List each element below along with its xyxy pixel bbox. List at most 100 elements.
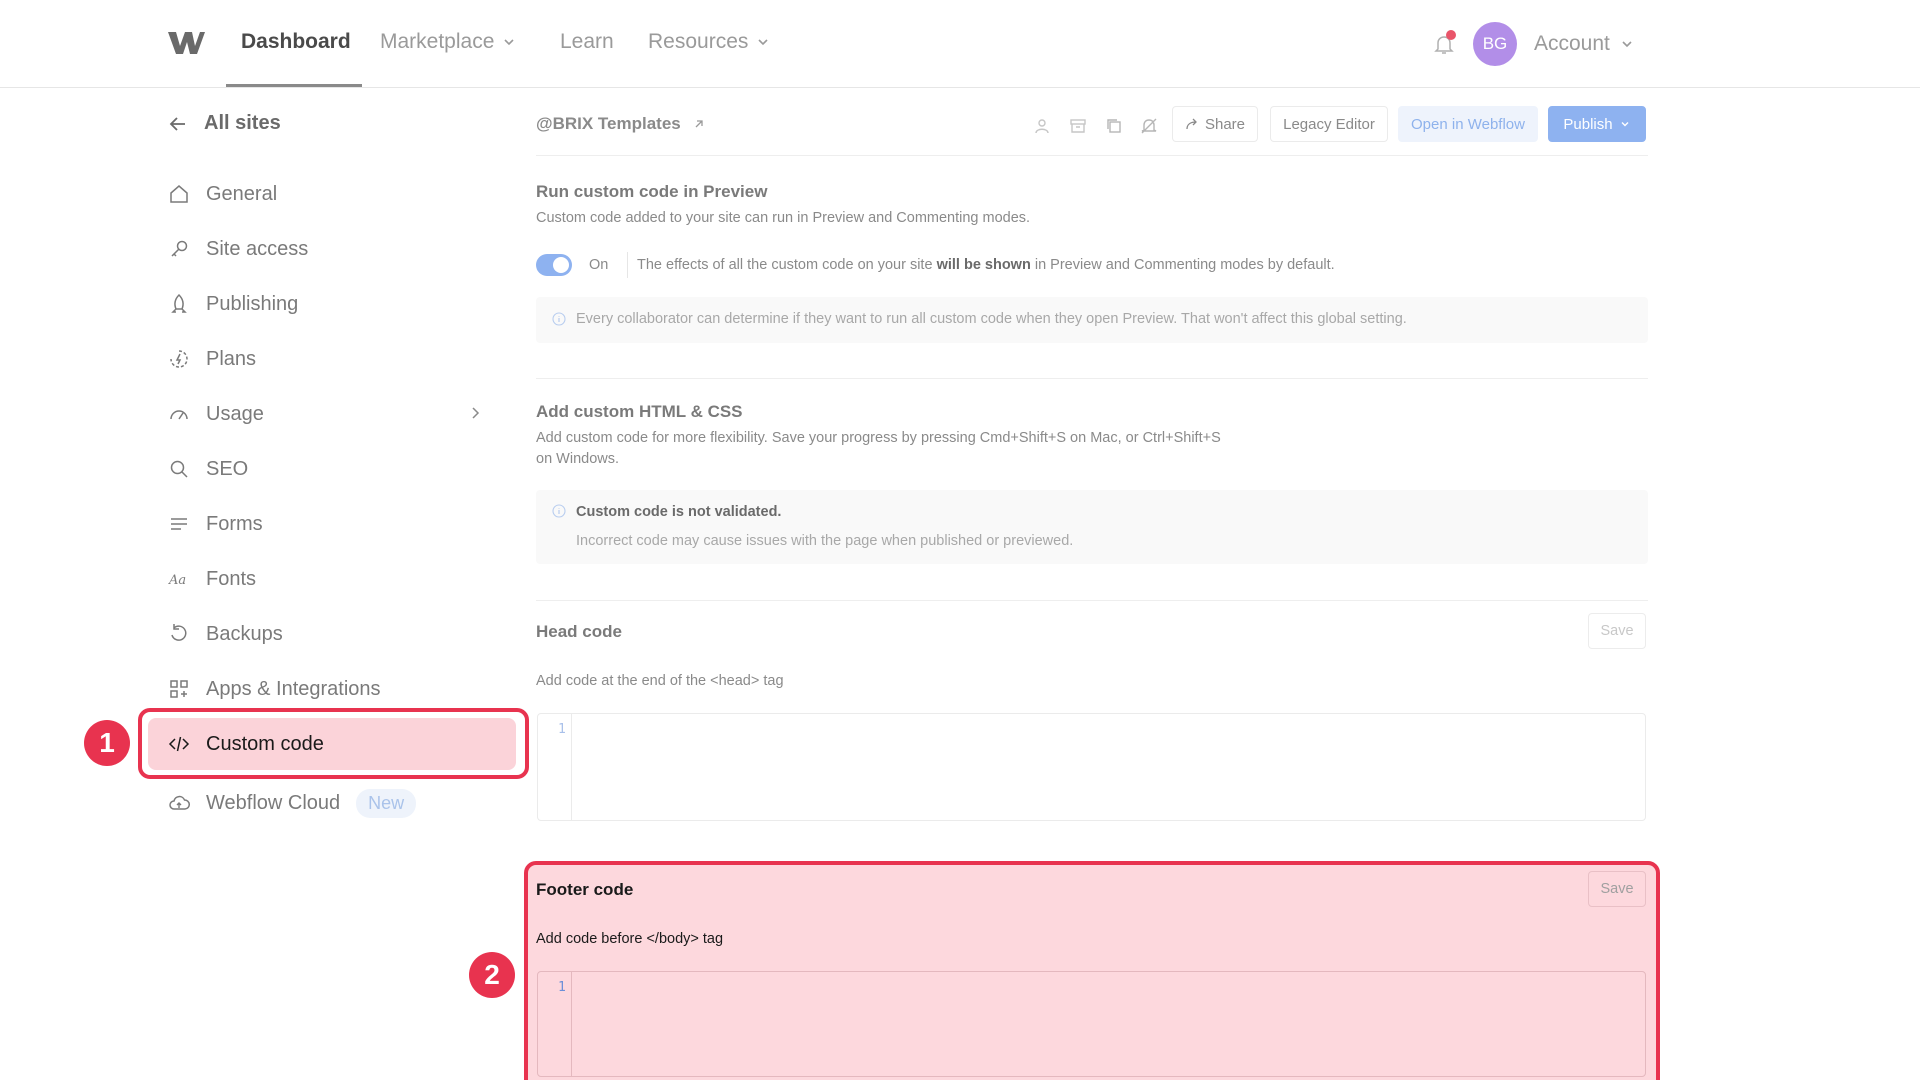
share-label: Share bbox=[1204, 115, 1246, 133]
share-button[interactable]: Share bbox=[1172, 106, 1258, 142]
sidebar-item-label: Publishing bbox=[206, 292, 299, 315]
publish-label: Publish bbox=[1563, 115, 1613, 133]
sidebar-item-label: General bbox=[206, 182, 278, 205]
preview-info-box: Every collaborator can determine if they… bbox=[536, 297, 1648, 343]
open-in-webflow-button[interactable]: Open in Webflow bbox=[1398, 106, 1538, 142]
toggle-desc-bold: will be shown bbox=[936, 257, 1031, 273]
sidebar-item-backups[interactable]: Backups bbox=[148, 608, 520, 660]
forms-icon bbox=[171, 518, 187, 530]
step-number: 1 bbox=[99, 727, 115, 758]
share-icon bbox=[1186, 118, 1197, 130]
account-menu[interactable]: Account bbox=[1534, 32, 1634, 56]
site-name-link[interactable]: @BRIX Templates bbox=[536, 114, 705, 134]
sidebar-item-webflow-cloud[interactable]: Webflow Cloud New bbox=[148, 777, 520, 829]
sidebar-item-seo[interactable]: SEO bbox=[148, 443, 520, 495]
footer-code-title: Footer code bbox=[536, 880, 634, 899]
sidebar-item-label: Usage bbox=[206, 402, 264, 425]
sidebar-item-fonts[interactable]: Aa Fonts bbox=[148, 553, 520, 605]
top-navigation: Dashboard Marketplace Learn Resources BG… bbox=[0, 0, 1920, 88]
nav-learn-label: Learn bbox=[560, 30, 614, 53]
sidebar-item-label: Webflow Cloud bbox=[206, 791, 341, 814]
backup-icon bbox=[171, 624, 187, 641]
sidebar-item-usage[interactable]: Usage bbox=[148, 388, 520, 440]
site-header: @BRIX Templates Share Legacy Editor Open… bbox=[536, 104, 1648, 156]
nav-marketplace-label: Marketplace bbox=[380, 30, 495, 53]
nav-marketplace[interactable]: Marketplace bbox=[380, 30, 516, 54]
toggle-separator bbox=[627, 252, 628, 278]
nav-resources-label: Resources bbox=[648, 30, 749, 53]
new-badge: New bbox=[356, 788, 417, 818]
head-code-editor[interactable]: 1 bbox=[537, 713, 1646, 821]
head-code-title: Head code bbox=[536, 622, 622, 641]
avatar[interactable]: BG bbox=[1473, 22, 1517, 66]
editor-gutter bbox=[538, 972, 572, 1076]
gauge-icon bbox=[170, 410, 188, 420]
validation-warning-box: Custom code is not validated. Incorrect … bbox=[536, 490, 1648, 564]
legacy-editor-button[interactable]: Legacy Editor bbox=[1270, 106, 1388, 142]
nav-dashboard-label: Dashboard bbox=[241, 30, 351, 53]
info-icon bbox=[552, 312, 566, 326]
open-in-webflow-label: Open in Webflow bbox=[1411, 115, 1525, 133]
chevron-down-icon bbox=[758, 39, 768, 46]
webflow-logo-icon[interactable] bbox=[166, 30, 206, 56]
account-label: Account bbox=[1534, 32, 1610, 55]
toggle-desc-b: in Preview and Commenting modes by defau… bbox=[1030, 257, 1335, 273]
archive-icon[interactable] bbox=[1068, 116, 1088, 136]
validation-warning-desc: Incorrect code may cause issues with the… bbox=[576, 533, 1074, 549]
chevron-down-icon bbox=[1621, 122, 1629, 127]
footer-code-save-button[interactable]: Save bbox=[1588, 871, 1646, 907]
preview-toggle[interactable] bbox=[536, 254, 572, 276]
collaborators-icon[interactable] bbox=[1032, 116, 1052, 136]
preview-info-text: Every collaborator can determine if they… bbox=[576, 311, 1407, 327]
bell-off-icon[interactable] bbox=[1139, 116, 1159, 136]
nav-resources[interactable]: Resources bbox=[648, 30, 770, 54]
footer-code-editor[interactable]: 1 bbox=[537, 971, 1646, 1077]
editor-gutter bbox=[538, 714, 572, 820]
nav-active-indicator bbox=[226, 84, 362, 87]
avatar-initials: BG bbox=[1482, 34, 1508, 53]
validation-warning-title: Custom code is not validated. bbox=[576, 504, 782, 520]
step-number: 2 bbox=[484, 959, 500, 990]
chevron-right-icon bbox=[472, 407, 480, 419]
info-icon bbox=[552, 504, 566, 518]
cloud-icon bbox=[169, 795, 190, 810]
chevron-down-icon bbox=[504, 39, 514, 46]
line-number: 1 bbox=[558, 980, 566, 995]
notification-dot bbox=[1446, 30, 1456, 40]
sidebar-item-label: SEO bbox=[206, 457, 249, 480]
all-sites-link[interactable]: All sites bbox=[168, 112, 281, 135]
nav-learn[interactable]: Learn bbox=[560, 30, 614, 54]
line-number: 1 bbox=[558, 722, 566, 737]
toggle-description: The effects of all the custom code on yo… bbox=[637, 257, 1335, 273]
nav-dashboard[interactable]: Dashboard bbox=[241, 30, 351, 54]
arrow-left-icon bbox=[169, 116, 185, 131]
custom-html-desc-line1: Add custom code for more flexibility. Sa… bbox=[536, 430, 1221, 446]
step-marker-2: 2 bbox=[469, 952, 515, 998]
search-icon bbox=[170, 460, 188, 478]
duplicate-icon[interactable] bbox=[1104, 116, 1124, 136]
sidebar-item-label: Apps & Integrations bbox=[206, 677, 381, 700]
sidebar-item-site-access[interactable]: Site access bbox=[148, 223, 520, 275]
head-code-save-button[interactable]: Save bbox=[1588, 613, 1646, 649]
preview-section-title: Run custom code in Preview bbox=[536, 182, 768, 201]
publish-button[interactable]: Publish bbox=[1548, 106, 1646, 142]
rocket-icon bbox=[171, 293, 187, 313]
font-icon: Aa bbox=[168, 573, 186, 588]
sidebar-item-general[interactable]: General bbox=[148, 168, 520, 220]
legacy-editor-label: Legacy Editor bbox=[1283, 115, 1375, 133]
all-sites-label: All sites bbox=[204, 112, 281, 134]
sidebar-item-publishing[interactable]: Publishing bbox=[148, 278, 520, 330]
sidebar-item-forms[interactable]: Forms bbox=[148, 498, 520, 550]
sidebar-item-label: Fonts bbox=[206, 567, 257, 590]
sidebar-item-label: Forms bbox=[206, 512, 263, 535]
save-label: Save bbox=[1600, 881, 1634, 897]
section-divider bbox=[536, 600, 1648, 601]
toggle-desc-a: The effects of all the custom code on yo… bbox=[637, 257, 937, 273]
sidebar-item-plans[interactable]: Plans bbox=[148, 333, 520, 385]
custom-html-title: Add custom HTML & CSS bbox=[536, 402, 743, 421]
chevron-down-icon bbox=[1622, 41, 1632, 48]
step-marker-1: 1 bbox=[84, 720, 130, 766]
sidebar-item-label: Backups bbox=[206, 622, 283, 645]
highlight-custom-code bbox=[138, 708, 529, 779]
sidebar-item-label: Plans bbox=[206, 347, 257, 370]
